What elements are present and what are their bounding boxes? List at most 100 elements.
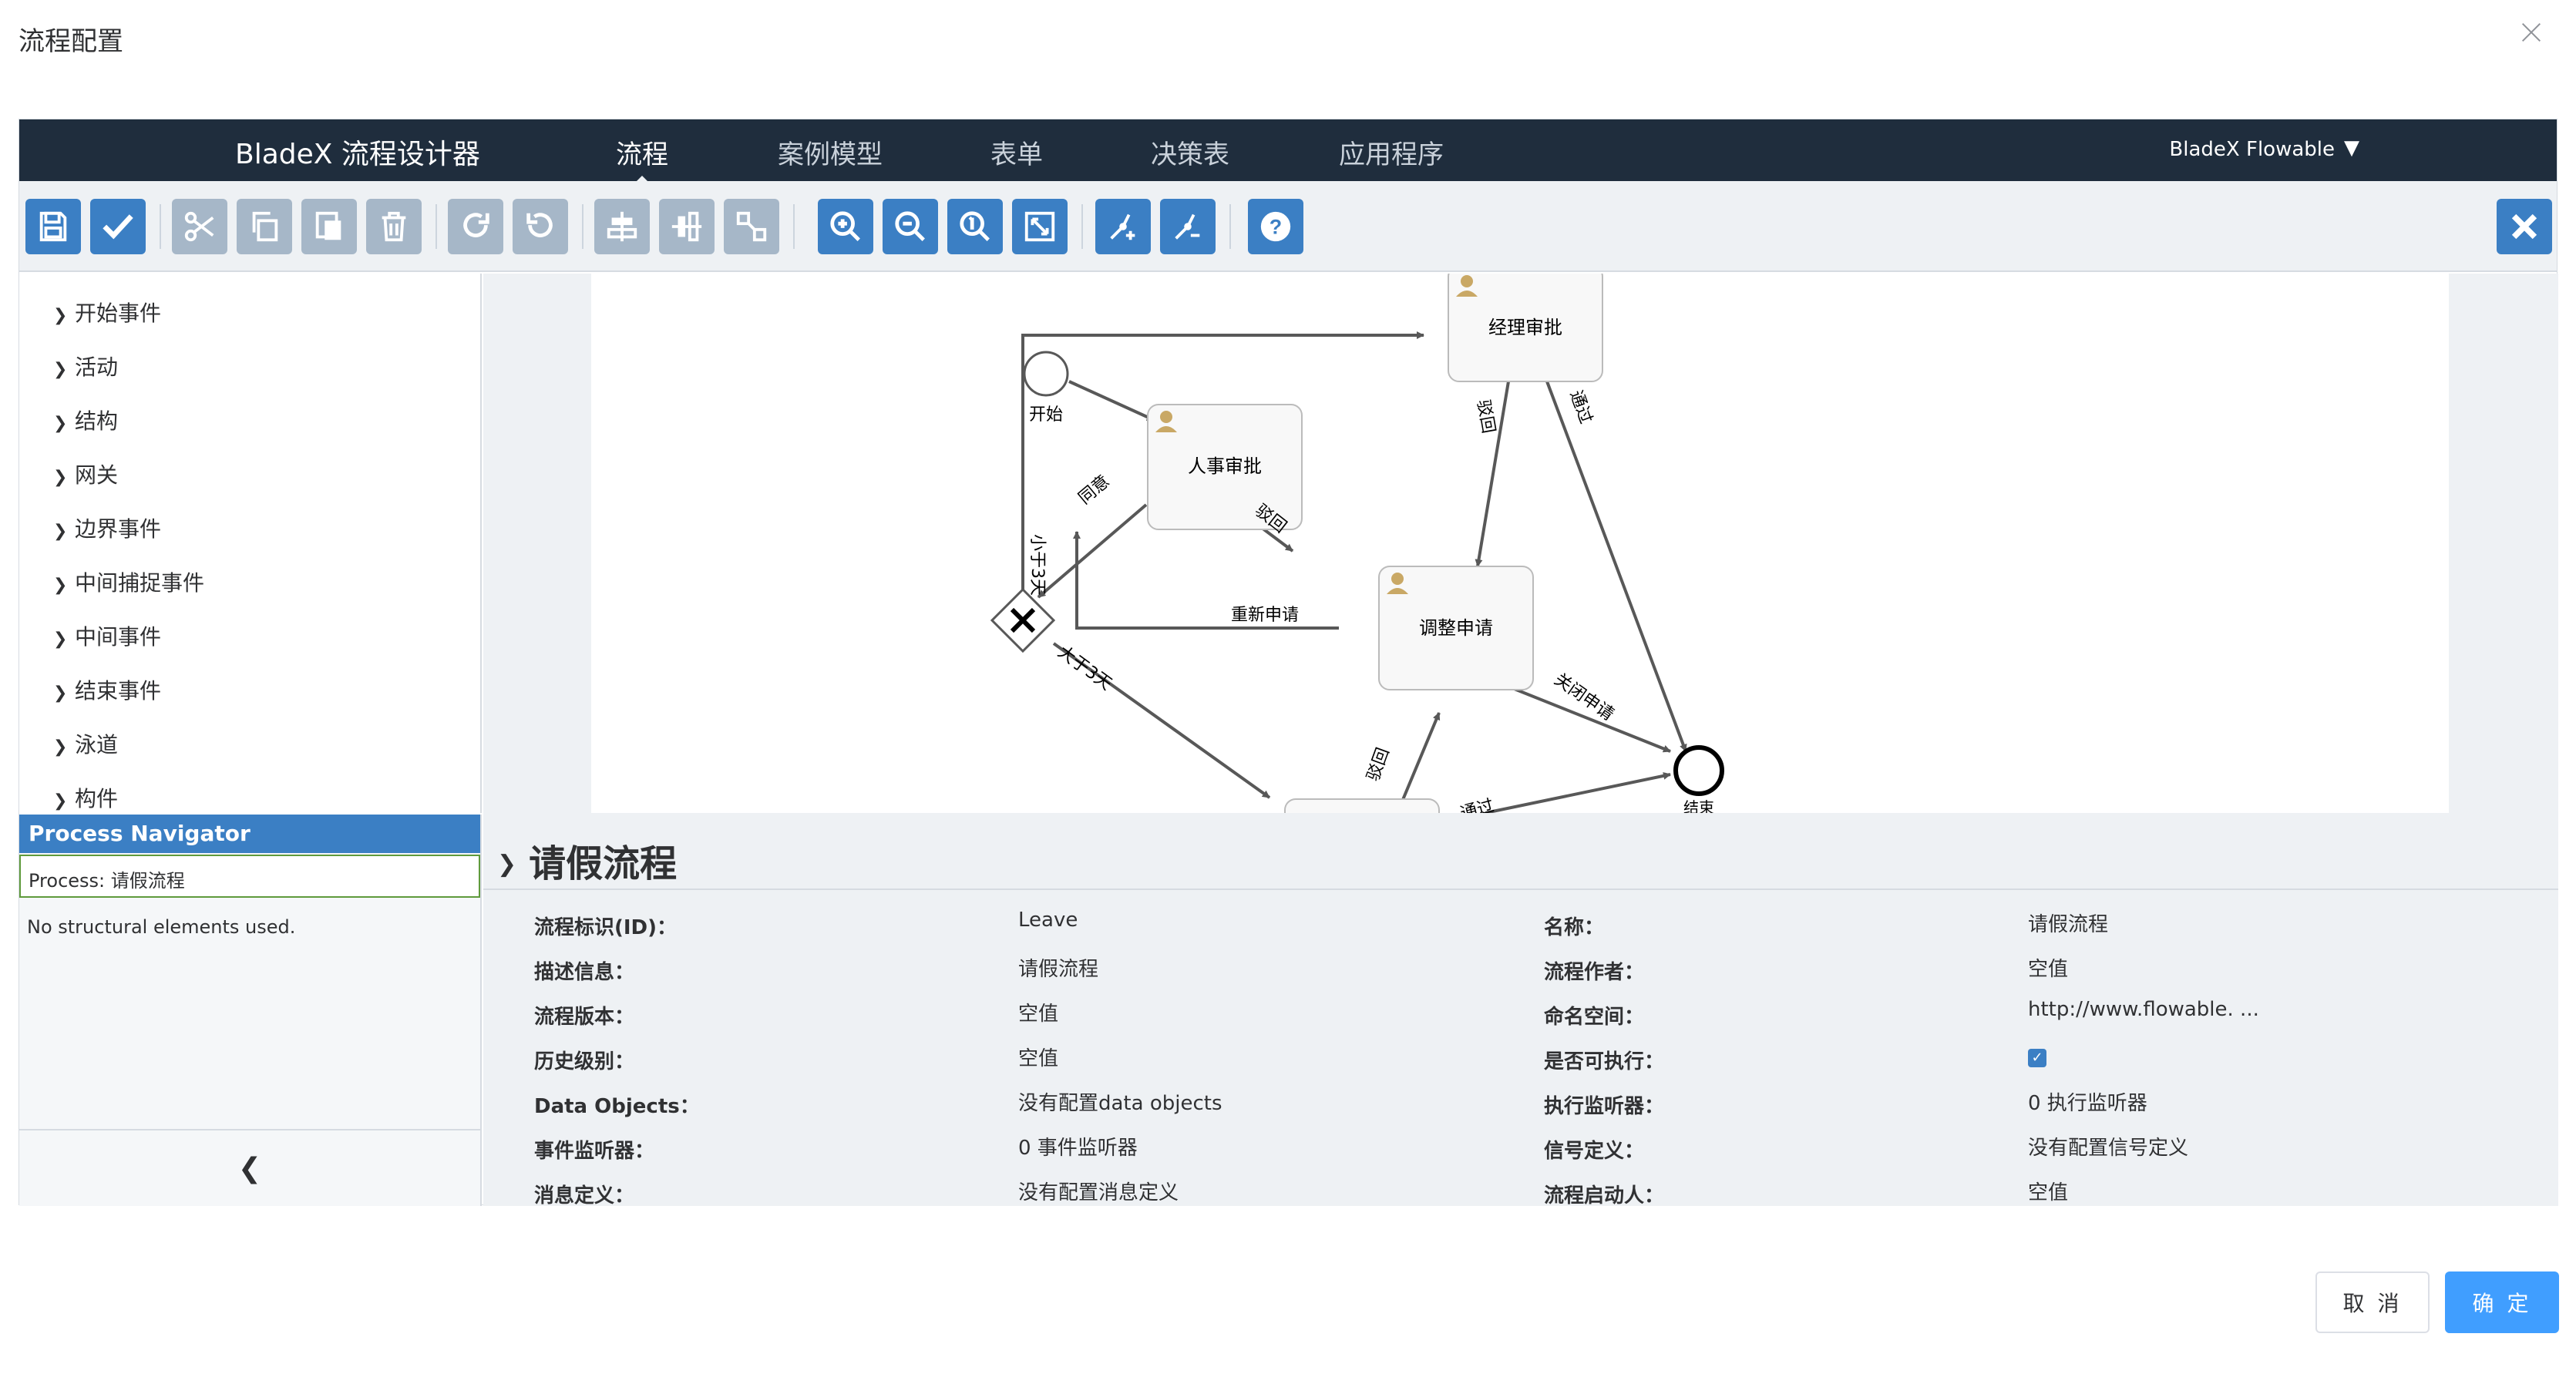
paste-icon (315, 211, 341, 240)
toolbar-divider (582, 204, 583, 249)
dialog-close-icon[interactable] (2517, 18, 2545, 46)
diagram-canvas[interactable]: 开始 人事审批 经理审批 调整申请 结束 小于3天 同意 驳回 驳回 通过 重新… (591, 274, 2449, 813)
properties-header[interactable]: ❯ 请假流程 (483, 813, 2558, 890)
end-event[interactable] (1673, 745, 1724, 796)
prop-label-description: 描述信息： (534, 961, 635, 984)
palette-boundary-events[interactable]: ❯ 边界事件 (53, 512, 161, 543)
toolbar-divider (1081, 204, 1083, 249)
help-icon: ? (1260, 211, 1291, 242)
prop-label-data-objects: Data Objects： (534, 1095, 700, 1118)
zoom-in-button[interactable] (818, 199, 873, 254)
task-adjust-label: 调整申请 (1419, 617, 1493, 639)
undo-button[interactable] (513, 199, 568, 254)
zoom-actual-button[interactable] (947, 199, 1003, 254)
flow-agree[interactable] (1037, 503, 1148, 599)
modeler-navbar: BladeX 流程设计器 流程 案例模型 表单 决策表 应用程序 BladeX … (19, 119, 2557, 185)
chevron-right-icon: ❯ (53, 791, 68, 811)
prop-value-initiator[interactable]: 空值 (2028, 1177, 2068, 1205)
process-navigator: Process Navigator Process: 请假流程 No struc… (19, 815, 482, 1206)
tab-application[interactable]: 应用程序 (1339, 133, 1444, 171)
prop-value-name[interactable]: 请假流程 (2028, 909, 2108, 937)
chevron-right-icon: ❯ (53, 630, 68, 649)
help-button[interactable]: ? (1248, 199, 1303, 254)
prop-value-event-listeners[interactable]: 0 事件监听器 (1018, 1132, 1138, 1161)
prop-value-author[interactable]: 空值 (2028, 953, 2068, 982)
cut-button[interactable] (172, 199, 227, 254)
paste-button[interactable] (301, 199, 357, 254)
palette-start-events[interactable]: ❯ 开始事件 (53, 297, 161, 328)
zoom-out-button[interactable] (883, 199, 938, 254)
align-horizontal-button[interactable] (594, 199, 650, 254)
prop-value-data-objects[interactable]: 没有配置data objects (1018, 1087, 1222, 1116)
chevron-right-icon: ❯ (53, 414, 68, 433)
svg-text:?: ? (1270, 216, 1282, 239)
chevron-left-icon: ❮ (237, 1152, 262, 1184)
prop-value-description[interactable]: 请假流程 (1018, 953, 1098, 982)
brand-title: BladeX 流程设计器 (235, 139, 480, 170)
add-bendpoint-button[interactable] (1095, 199, 1151, 254)
prop-value-version[interactable]: 空值 (1018, 998, 1058, 1026)
same-size-button[interactable] (724, 199, 779, 254)
toolbar-divider (160, 204, 161, 249)
palette-catch-events[interactable]: ❯ 中间捕捉事件 (53, 566, 204, 597)
palette-end-events[interactable]: ❯ 结束事件 (53, 674, 161, 705)
task-partial[interactable] (1284, 798, 1440, 813)
start-event-label: 开始 (1029, 405, 1063, 425)
collapse-panel-button[interactable]: ❮ (19, 1129, 480, 1206)
tab-decision-table[interactable]: 决策表 (1151, 133, 1229, 171)
flow-start-hr[interactable] (1068, 380, 1155, 422)
exclusive-gateway[interactable] (990, 587, 1056, 653)
undo-icon (526, 213, 553, 237)
tab-case-model[interactable]: 案例模型 (778, 133, 883, 171)
flow-label-more3: 大于3天 (1054, 643, 1115, 694)
close-icon (2511, 213, 2537, 240)
validate-button[interactable] (90, 199, 146, 254)
executable-checkbox[interactable]: ✓ (2028, 1049, 2046, 1067)
save-button[interactable] (25, 199, 81, 254)
palette-swimlanes[interactable]: ❯ 泳道 (53, 728, 118, 759)
flow-reject-bottom[interactable] (1399, 712, 1441, 806)
flow-pass-bottom[interactable] (1485, 771, 1671, 813)
prop-value-namespace[interactable]: http://www.flowable. ... (2028, 998, 2259, 1021)
prop-value-executable[interactable]: ✓ (2028, 1044, 2046, 1067)
task-hr-approval[interactable]: 人事审批 (1147, 404, 1303, 530)
confirm-button[interactable]: 确 定 (2445, 1271, 2559, 1333)
palette-artifacts[interactable]: ❯ 构件 (53, 782, 118, 813)
tab-form[interactable]: 表单 (990, 133, 1043, 171)
prop-value-signals[interactable]: 没有配置信号定义 (2028, 1132, 2188, 1161)
flow-reapply[interactable] (1073, 531, 1339, 630)
flow-label-reject-bottom: 驳回 (1364, 745, 1394, 784)
zoom-fit-icon (1024, 211, 1055, 242)
task-adjust-request[interactable]: 调整申请 (1378, 566, 1534, 690)
palette-activities[interactable]: ❯ 活动 (53, 351, 118, 381)
chevron-down-icon: ▼ (2344, 136, 2359, 160)
prop-label-event-listeners: 事件监听器： (534, 1140, 655, 1163)
align-vertical-button[interactable] (659, 199, 715, 254)
palette-structural[interactable]: ❯ 结构 (53, 405, 118, 435)
prop-value-exec-listeners[interactable]: 0 执行监听器 (2028, 1087, 2147, 1116)
user-menu[interactable]: BladeX Flowable ▼ (2169, 136, 2359, 161)
redo-icon (463, 213, 489, 237)
delete-button[interactable] (366, 199, 422, 254)
tab-process[interactable]: 流程 (616, 133, 668, 185)
prop-label-initiator: 流程启动人： (1544, 1184, 1665, 1208)
close-editor-button[interactable] (2497, 199, 2552, 254)
cancel-button[interactable]: 取 消 (2315, 1271, 2430, 1333)
copy-button[interactable] (237, 199, 292, 254)
prop-label-version: 流程版本： (534, 1006, 635, 1029)
navigator-empty-text: No structural elements used. (27, 916, 296, 938)
check-icon (103, 214, 133, 240)
navigator-process-item[interactable]: Process: 请假流程 (19, 855, 480, 898)
task-manager-approval[interactable]: 经理审批 (1448, 274, 1603, 382)
redo-button[interactable] (448, 199, 503, 254)
start-event[interactable] (1023, 351, 1069, 397)
prop-value-id[interactable]: Leave (1018, 909, 1078, 932)
prop-value-messages[interactable]: 没有配置消息定义 (1018, 1177, 1179, 1205)
palette-intermediate-events[interactable]: ❯ 中间事件 (53, 620, 161, 651)
flow-label-agree: 同意 (1075, 472, 1114, 508)
remove-bendpoint-button[interactable] (1160, 199, 1216, 254)
chevron-right-icon: ❯ (53, 684, 68, 703)
zoom-fit-button[interactable] (1012, 199, 1068, 254)
palette-gateways[interactable]: ❯ 网关 (53, 459, 118, 489)
prop-value-history[interactable]: 空值 (1018, 1043, 1058, 1071)
